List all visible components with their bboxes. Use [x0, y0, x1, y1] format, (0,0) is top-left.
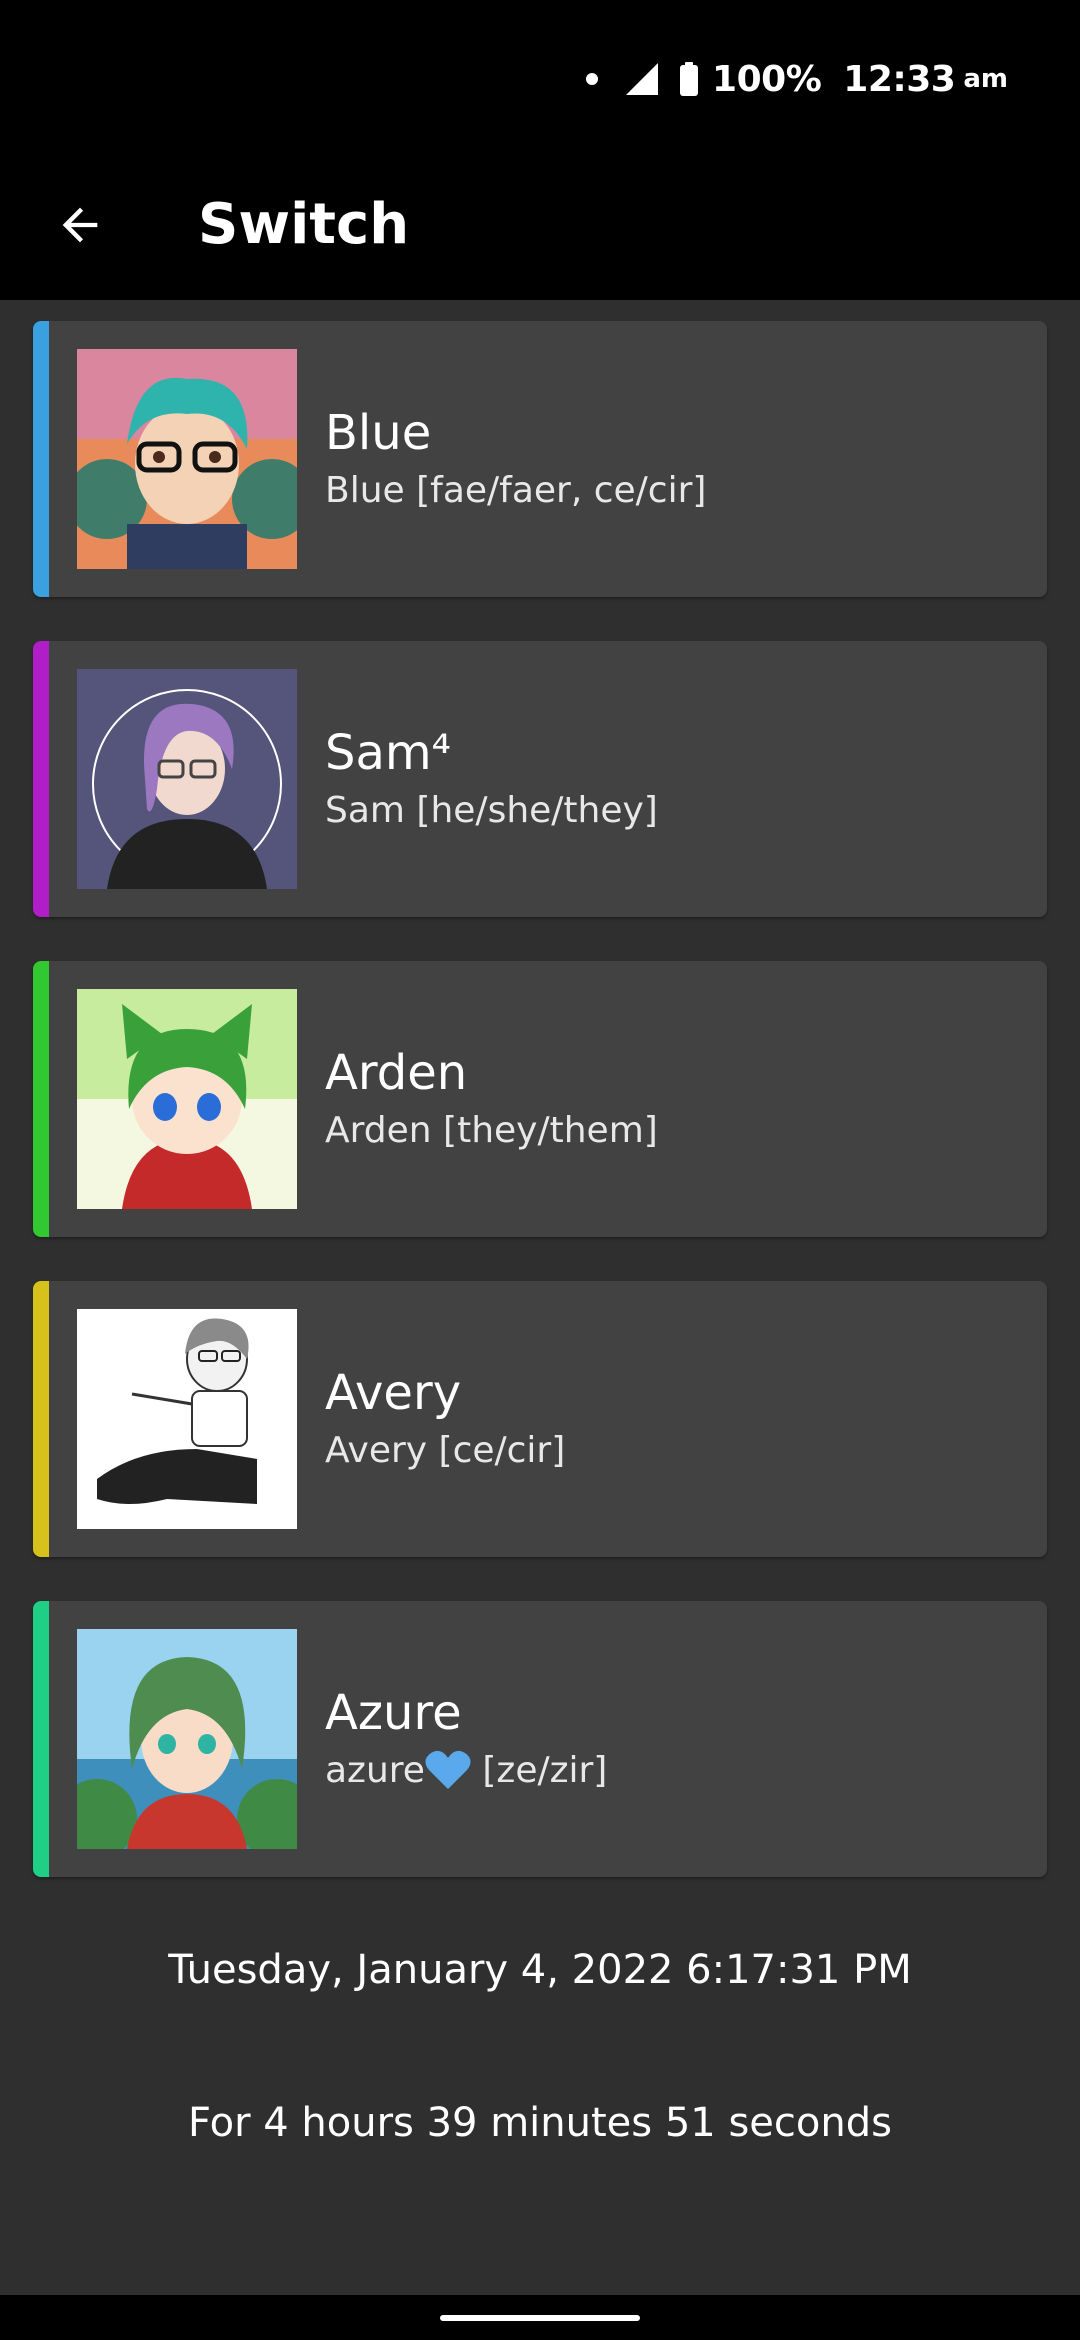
- member-color-stripe: [33, 641, 49, 917]
- member-color-stripe: [33, 321, 49, 597]
- navigation-bar: [0, 2295, 1080, 2340]
- status-icons: 100% 12:33 am: [586, 52, 1008, 106]
- member-name: Arden: [325, 1045, 468, 1101]
- member-card-sam[interactable]: Sam⁴ Sam [he/she/they]: [33, 641, 1047, 917]
- clock-time: 12:33: [843, 58, 956, 100]
- switch-duration: For 4 hours 39 minutes 51 seconds: [188, 2100, 892, 2146]
- back-button[interactable]: [40, 185, 120, 265]
- member-card-avery[interactable]: Avery Avery [ce/cir]: [33, 1281, 1047, 1557]
- avatar: [77, 669, 297, 889]
- member-pronouns: Blue [fae/faer, ce/cir]: [325, 470, 707, 511]
- avatar: [77, 989, 297, 1209]
- battery-icon: [680, 62, 699, 96]
- avatar: [77, 349, 297, 569]
- signal-icon: [626, 63, 659, 95]
- member-color-stripe: [33, 1601, 49, 1877]
- avatar: [77, 1309, 297, 1529]
- app-bar: Switch: [0, 150, 1080, 300]
- member-card-arden[interactable]: Arden Arden [they/them]: [33, 961, 1047, 1237]
- home-gesture-handle[interactable]: [440, 2315, 640, 2321]
- member-pronouns-prefix: azure: [325, 1750, 425, 1791]
- member-pronouns: Sam [he/she/they]: [325, 790, 658, 831]
- battery-percent: 100%: [712, 58, 822, 100]
- member-color-stripe: [33, 961, 49, 1237]
- blue-heart-icon: [425, 1750, 471, 1789]
- member-pronouns: Avery [ce/cir]: [325, 1430, 566, 1471]
- member-color-stripe: [33, 1281, 49, 1557]
- arrow-left-icon: [62, 207, 98, 243]
- page-title: Switch: [198, 192, 410, 257]
- switch-date: Tuesday, January 4, 2022 6:17:31 PM: [168, 1947, 912, 1993]
- member-name: Azure: [325, 1685, 462, 1741]
- member-card-blue[interactable]: Blue Blue [fae/faer, ce/cir]: [33, 321, 1047, 597]
- clock-ampm: am: [963, 64, 1008, 94]
- member-name: Blue: [325, 405, 432, 461]
- avatar: [77, 1629, 297, 1849]
- member-pronouns: Arden [they/them]: [325, 1110, 658, 1151]
- member-card-azure[interactable]: Azure azure [ze/zir]: [33, 1601, 1047, 1877]
- member-name: Sam⁴: [325, 725, 451, 781]
- member-name: Avery: [325, 1365, 462, 1421]
- member-pronouns: azure [ze/zir]: [325, 1749, 607, 1793]
- notification-dot-icon: [586, 73, 599, 85]
- status-bar: 100% 12:33 am: [0, 0, 1080, 150]
- member-pronouns-suffix: [ze/zir]: [470, 1750, 608, 1791]
